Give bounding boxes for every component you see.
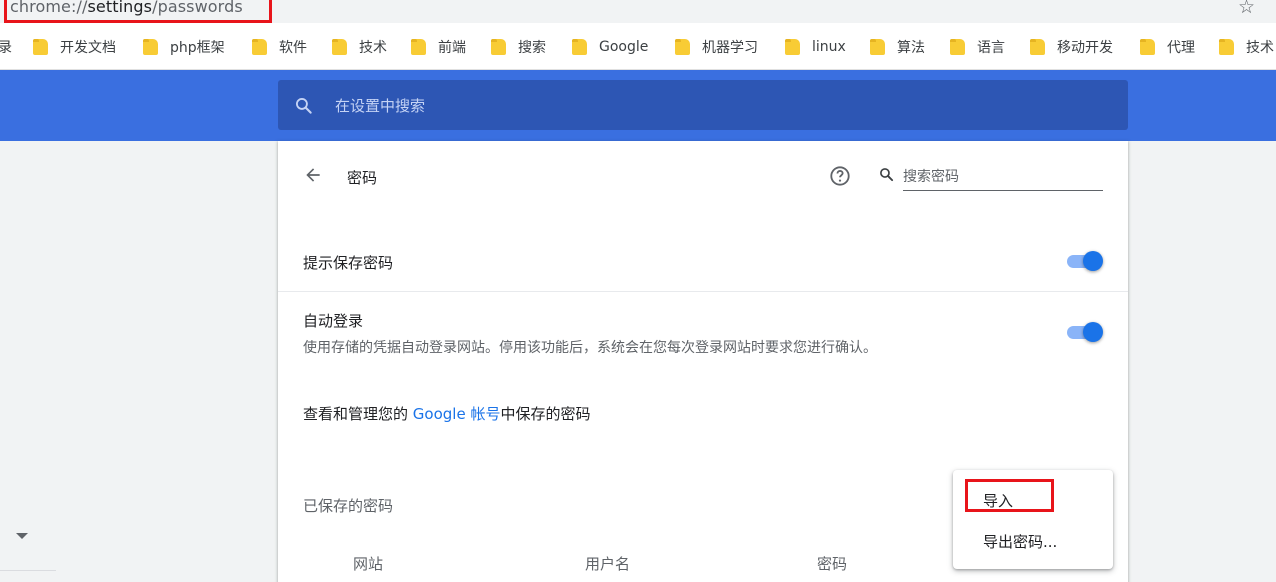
folder-icon (411, 39, 426, 55)
google-account-link[interactable]: Google 帐号 (413, 405, 501, 423)
bookmark-item[interactable]: 录 (0, 37, 12, 57)
folder-icon (1140, 39, 1155, 55)
back-arrow-icon[interactable] (303, 165, 323, 185)
settings-search-input[interactable]: 在设置中搜索 (278, 80, 1128, 130)
page-title: 密码 (347, 169, 378, 187)
bookmark-item[interactable]: 机器学习 (675, 37, 758, 57)
bookmark-item[interactable]: 搜索 (491, 37, 546, 57)
bookmarks-bar: 录 开发文档 php框架 软件 技术 前端 搜索 Google 机器学习 lin… (0, 23, 1276, 70)
bookmark-item[interactable]: 算法 (870, 37, 925, 57)
search-icon (880, 168, 894, 182)
toggle-knob (1083, 251, 1103, 271)
folder-icon (675, 39, 690, 55)
column-header-site: 网站 (353, 555, 384, 573)
column-header-username: 用户名 (585, 555, 631, 573)
help-icon[interactable] (829, 165, 851, 187)
bookmark-item[interactable]: 前端 (411, 37, 466, 57)
import-highlight-box (965, 479, 1054, 512)
nav-divider (0, 570, 56, 571)
folder-icon (1219, 39, 1234, 55)
folder-icon (33, 39, 48, 55)
folder-icon (252, 39, 267, 55)
bookmark-item[interactable]: 移动开发 (1030, 37, 1113, 57)
folder-icon (491, 39, 506, 55)
url-highlight-box (4, 0, 272, 23)
bookmark-item[interactable]: php框架 (143, 37, 225, 57)
folder-icon (332, 39, 347, 55)
bookmark-item[interactable]: 技术 (1219, 37, 1274, 57)
saved-passwords-heading: 已保存的密码 (303, 497, 394, 515)
settings-search-placeholder: 在设置中搜索 (335, 97, 426, 115)
folder-icon (1030, 39, 1045, 55)
bookmark-item[interactable]: 技术 (332, 37, 387, 57)
row-divider (278, 291, 1128, 292)
export-passwords-menu-item[interactable]: 导出密码... (983, 531, 1057, 552)
bookmark-star-icon[interactable]: ☆ (1238, 0, 1255, 17)
column-header-password: 密码 (817, 555, 848, 573)
bookmark-item[interactable]: linux (785, 37, 846, 57)
bookmark-item[interactable]: 开发文档 (33, 37, 116, 57)
auto-signin-label: 自动登录 (303, 312, 364, 330)
auto-signin-toggle[interactable] (1065, 322, 1103, 342)
offer-to-save-label: 提示保存密码 (303, 254, 394, 272)
chevron-down-icon[interactable] (16, 533, 28, 539)
folder-icon (143, 39, 158, 55)
password-search-input[interactable]: 搜索密码 (903, 166, 1103, 191)
manage-account-text: 查看和管理您的 Google 帐号中保存的密码 (303, 405, 591, 423)
folder-icon (870, 39, 885, 55)
bookmark-item[interactable]: 语言 (950, 37, 1005, 57)
bookmark-item[interactable]: 软件 (252, 37, 307, 57)
search-icon (296, 98, 312, 114)
bookmark-item[interactable]: 代理 (1140, 37, 1195, 57)
folder-icon (950, 39, 965, 55)
offer-to-save-toggle[interactable] (1065, 251, 1103, 271)
left-nav (0, 141, 278, 582)
bookmark-item[interactable]: Google (572, 37, 648, 57)
folder-icon (785, 39, 800, 55)
folder-icon (572, 39, 587, 55)
auto-signin-description: 使用存储的凭据自动登录网站。停用该功能后，系统会在您每次登录网站时要求您进行确认… (303, 340, 877, 356)
toggle-knob (1083, 322, 1103, 342)
